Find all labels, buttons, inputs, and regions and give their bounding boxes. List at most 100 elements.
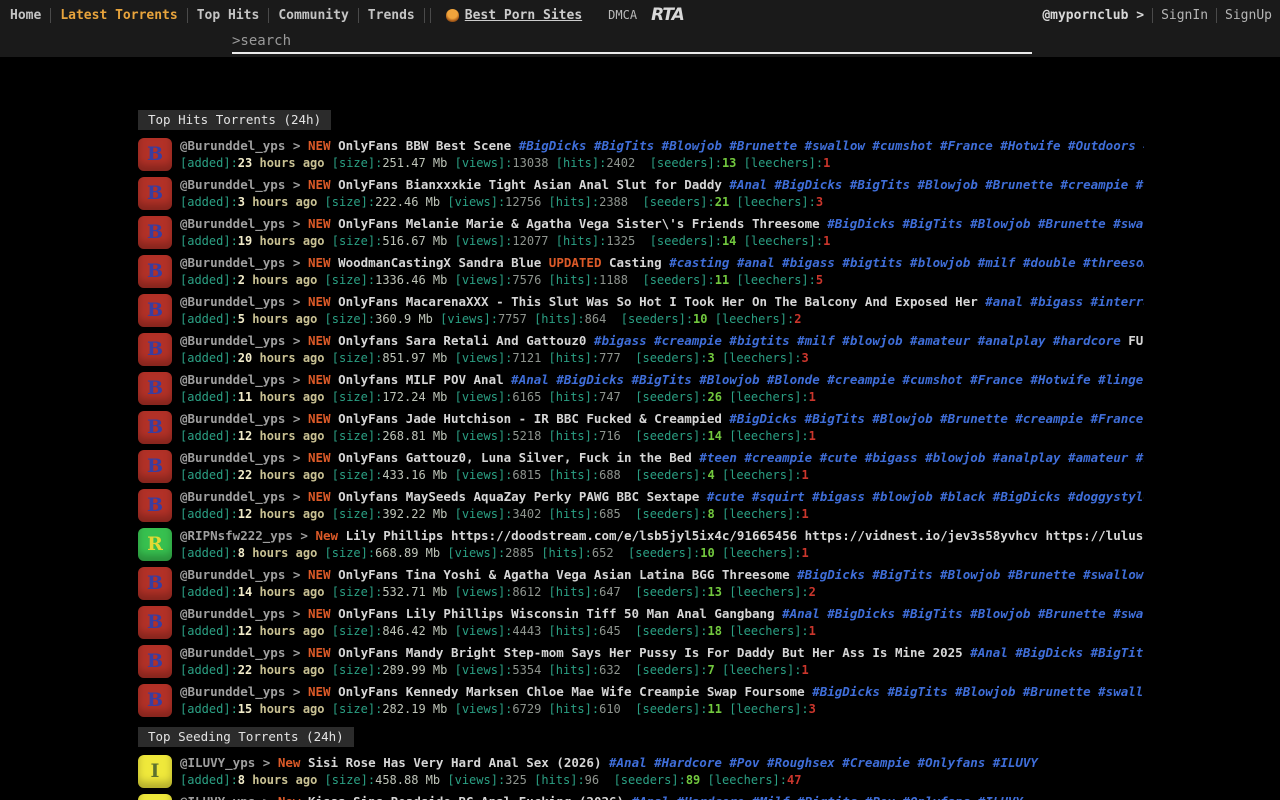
- torrent-username[interactable]: @Burunddel_yps: [180, 567, 285, 582]
- torrent-username[interactable]: @Burunddel_yps: [180, 294, 285, 309]
- user-avatar-badge[interactable]: B: [138, 294, 172, 327]
- torrent-tags[interactable]: #Anal #BigDicks #BigTits #Blowjob #Brune…: [782, 606, 1144, 621]
- torrent-username[interactable]: @ILUVY_yps: [180, 755, 255, 770]
- torrent-tags[interactable]: #cute #squirt #bigass #blowjob #black #B…: [707, 489, 1144, 504]
- torrent-title[interactable]: Sisi Rose Has Very Hard Anal Sex (2026): [308, 755, 602, 770]
- torrent-title[interactable]: OnlyFans BBW Best Scene: [338, 138, 511, 153]
- dmca-link[interactable]: DMCA: [608, 8, 637, 22]
- seeders-value: 10: [700, 546, 714, 560]
- torrent-tags[interactable]: #BigDicks #BigTits #Blowjob #Brunette #c…: [729, 411, 1144, 426]
- hits-value: 645: [599, 624, 621, 638]
- torrent-title[interactable]: Onlyfans MaySeeds AquaZay Perky PAWG BBC…: [338, 489, 699, 504]
- user-avatar-badge[interactable]: B: [138, 450, 172, 483]
- torrent-username[interactable]: @ILUVY_yps: [180, 794, 255, 800]
- user-avatar-badge[interactable]: B: [138, 645, 172, 678]
- torrent-username[interactable]: @Burunddel_yps: [180, 489, 285, 504]
- seeders-label: [seeders]:: [635, 429, 707, 443]
- nav-community[interactable]: Community: [269, 8, 357, 23]
- torrent-tags[interactable]: #bigass #creampie #bigtits #milf #blowjo…: [594, 333, 1121, 348]
- torrent-title[interactable]: OnlyFans Lily Phillips Wisconsin Tiff 50…: [338, 606, 775, 621]
- torrent-title[interactable]: OnlyFans Tina Yoshi & Agatha Vega Asian …: [338, 567, 790, 582]
- new-marker: New: [278, 794, 301, 800]
- torrent-title[interactable]: OnlyFans MacarenaXXX - This Slut Was So …: [338, 294, 978, 309]
- torrent-tags[interactable]: #casting #anal #bigass #bigtits #blowjob…: [669, 255, 1144, 270]
- user-avatar-badge[interactable]: B: [138, 216, 172, 249]
- new-marker: NEW: [308, 411, 331, 426]
- torrent-title[interactable]: Onlyfans Sara Retali And Gattouz0: [338, 333, 586, 348]
- added-unit: hours ago: [252, 273, 317, 287]
- leechers-label: [leechers]:: [708, 773, 787, 787]
- torrent-stats-line: [added]:3 hours ago [size]:222.46 Mb [vi…: [180, 194, 1144, 211]
- hits-label: [hits]:: [549, 468, 600, 482]
- torrent-tags[interactable]: #anal #bigass #interrac…: [985, 294, 1144, 309]
- torrent-title[interactable]: OnlyFans Mandy Bright Step-mom Says Her …: [338, 645, 963, 660]
- torrent-username[interactable]: @Burunddel_yps: [180, 216, 285, 231]
- user-avatar-badge[interactable]: B: [138, 684, 172, 717]
- torrent-tags[interactable]: #BigDicks #BigTits #Blowjob #Brunette #s…: [812, 684, 1144, 699]
- torrent-tags[interactable]: #BigDicks #BigTits #Blowjob #Brunette #s…: [797, 567, 1144, 582]
- torrent-tags[interactable]: #BigDicks #BigTits #Blowjob #Brunette #s…: [519, 138, 1144, 153]
- user-avatar-badge[interactable]: B: [138, 138, 172, 171]
- user-avatar-badge[interactable]: B: [138, 255, 172, 288]
- torrent-username[interactable]: @Burunddel_yps: [180, 645, 285, 660]
- torrent-title[interactable]: OnlyFans Gattouz0, Luna Silver, Fuck in …: [338, 450, 692, 465]
- torrent-tags[interactable]: #Anal #Hardcore #Pov #Roughsex #Creampie…: [609, 755, 1038, 770]
- account-menu[interactable]: @mypornclub >: [1042, 8, 1144, 23]
- torrent-title[interactable]: OnlyFans Kennedy Marksen Chloe Mae Wife …: [338, 684, 805, 699]
- user-avatar-badge[interactable]: B: [138, 567, 172, 600]
- torrent-username[interactable]: @Burunddel_yps: [180, 255, 285, 270]
- nav-trends[interactable]: Trends: [359, 8, 424, 23]
- signup-link[interactable]: SignUp: [1225, 8, 1272, 23]
- user-avatar-badge[interactable]: B: [138, 606, 172, 639]
- torrent-title[interactable]: Casting: [609, 255, 662, 270]
- torrent-text: @Burunddel_yps > NEW Onlyfans Sara Retal…: [180, 333, 1144, 366]
- torrent-tags[interactable]: #Anal #BigDicks #BigTits …: [970, 645, 1144, 660]
- torrent-title[interactable]: WoodmanCastingX Sandra Blue: [338, 255, 541, 270]
- user-avatar-badge[interactable]: I: [138, 794, 172, 800]
- torrent-title[interactable]: Kissa Sins Roadside BG Anal Fucking (202…: [308, 794, 624, 800]
- torrent-username[interactable]: @Burunddel_yps: [180, 606, 285, 621]
- torrent-username[interactable]: @Burunddel_yps: [180, 177, 285, 192]
- torrent-username[interactable]: @RIPNsfw222_yps: [180, 528, 293, 543]
- torrent-username[interactable]: @Burunddel_yps: [180, 450, 285, 465]
- user-avatar-badge[interactable]: R: [138, 528, 172, 561]
- torrent-tags[interactable]: #Anal #BigDicks #BigTits #Blowjob #Brune…: [729, 177, 1144, 192]
- torrent-username[interactable]: @Burunddel_yps: [180, 684, 285, 699]
- leechers-value: 3: [809, 702, 816, 716]
- user-avatar-badge[interactable]: B: [138, 489, 172, 522]
- torrent-title[interactable]: OnlyFans Melanie Marie & Agatha Vega Sis…: [338, 216, 820, 231]
- views-value: 6815: [512, 468, 541, 482]
- seeders-value: 11: [708, 702, 722, 716]
- torrent-username[interactable]: @Burunddel_yps: [180, 372, 285, 387]
- nav-separator: [1152, 8, 1153, 23]
- leechers-value: 1: [809, 429, 816, 443]
- chevron-right-icon: >: [293, 255, 301, 270]
- torrent-title[interactable]: Lily Phillips https://doodstream.com/e/l…: [346, 528, 1144, 543]
- torrent-username[interactable]: @Burunddel_yps: [180, 333, 285, 348]
- nav-top-hits[interactable]: Top Hits: [188, 8, 269, 23]
- nav-home[interactable]: Home: [8, 8, 50, 23]
- signin-link[interactable]: SignIn: [1161, 8, 1208, 23]
- hits-value: 864: [585, 312, 607, 326]
- best-porn-sites-link[interactable]: Best Porn Sites: [465, 8, 582, 23]
- user-avatar-badge[interactable]: I: [138, 755, 172, 788]
- torrent-username[interactable]: @Burunddel_yps: [180, 138, 285, 153]
- user-avatar-badge[interactable]: B: [138, 177, 172, 210]
- nav-latest-torrents[interactable]: Latest Torrents: [51, 8, 186, 23]
- torrent-tags[interactable]: #BigDicks #BigTits #Blowjob #Brunette #s…: [827, 216, 1144, 231]
- torrent-username[interactable]: @Burunddel_yps: [180, 411, 285, 426]
- torrent-stats-line: [added]:22 hours ago [size]:289.99 Mb [v…: [180, 662, 1144, 679]
- torrent-title[interactable]: OnlyFans Jade Hutchison - IR BBC Fucked …: [338, 411, 722, 426]
- torrent-title[interactable]: OnlyFans Bianxxxkie Tight Asian Anal Slu…: [338, 177, 722, 192]
- user-avatar-badge[interactable]: B: [138, 372, 172, 405]
- torrent-text: @ILUVY_yps > New Kissa Sins Roadside BG …: [180, 794, 1144, 800]
- torrent-tags[interactable]: #Anal #BigDicks #BigTits #Blowjob #Blond…: [511, 372, 1144, 387]
- torrent-title[interactable]: Onlyfans MILF POV Anal: [338, 372, 504, 387]
- user-avatar-badge[interactable]: B: [138, 411, 172, 444]
- added-label: [added]:: [180, 351, 238, 365]
- torrent-tags[interactable]: #Anal #Hardcore #Milf #Bigtits #Pov #Onl…: [632, 794, 1023, 800]
- torrent-tags[interactable]: #teen #creampie #cute #bigass #blowjob #…: [699, 450, 1144, 465]
- torrent-title[interactable]: FULL…: [1128, 333, 1144, 348]
- user-avatar-badge[interactable]: B: [138, 333, 172, 366]
- search-input[interactable]: [232, 30, 1032, 54]
